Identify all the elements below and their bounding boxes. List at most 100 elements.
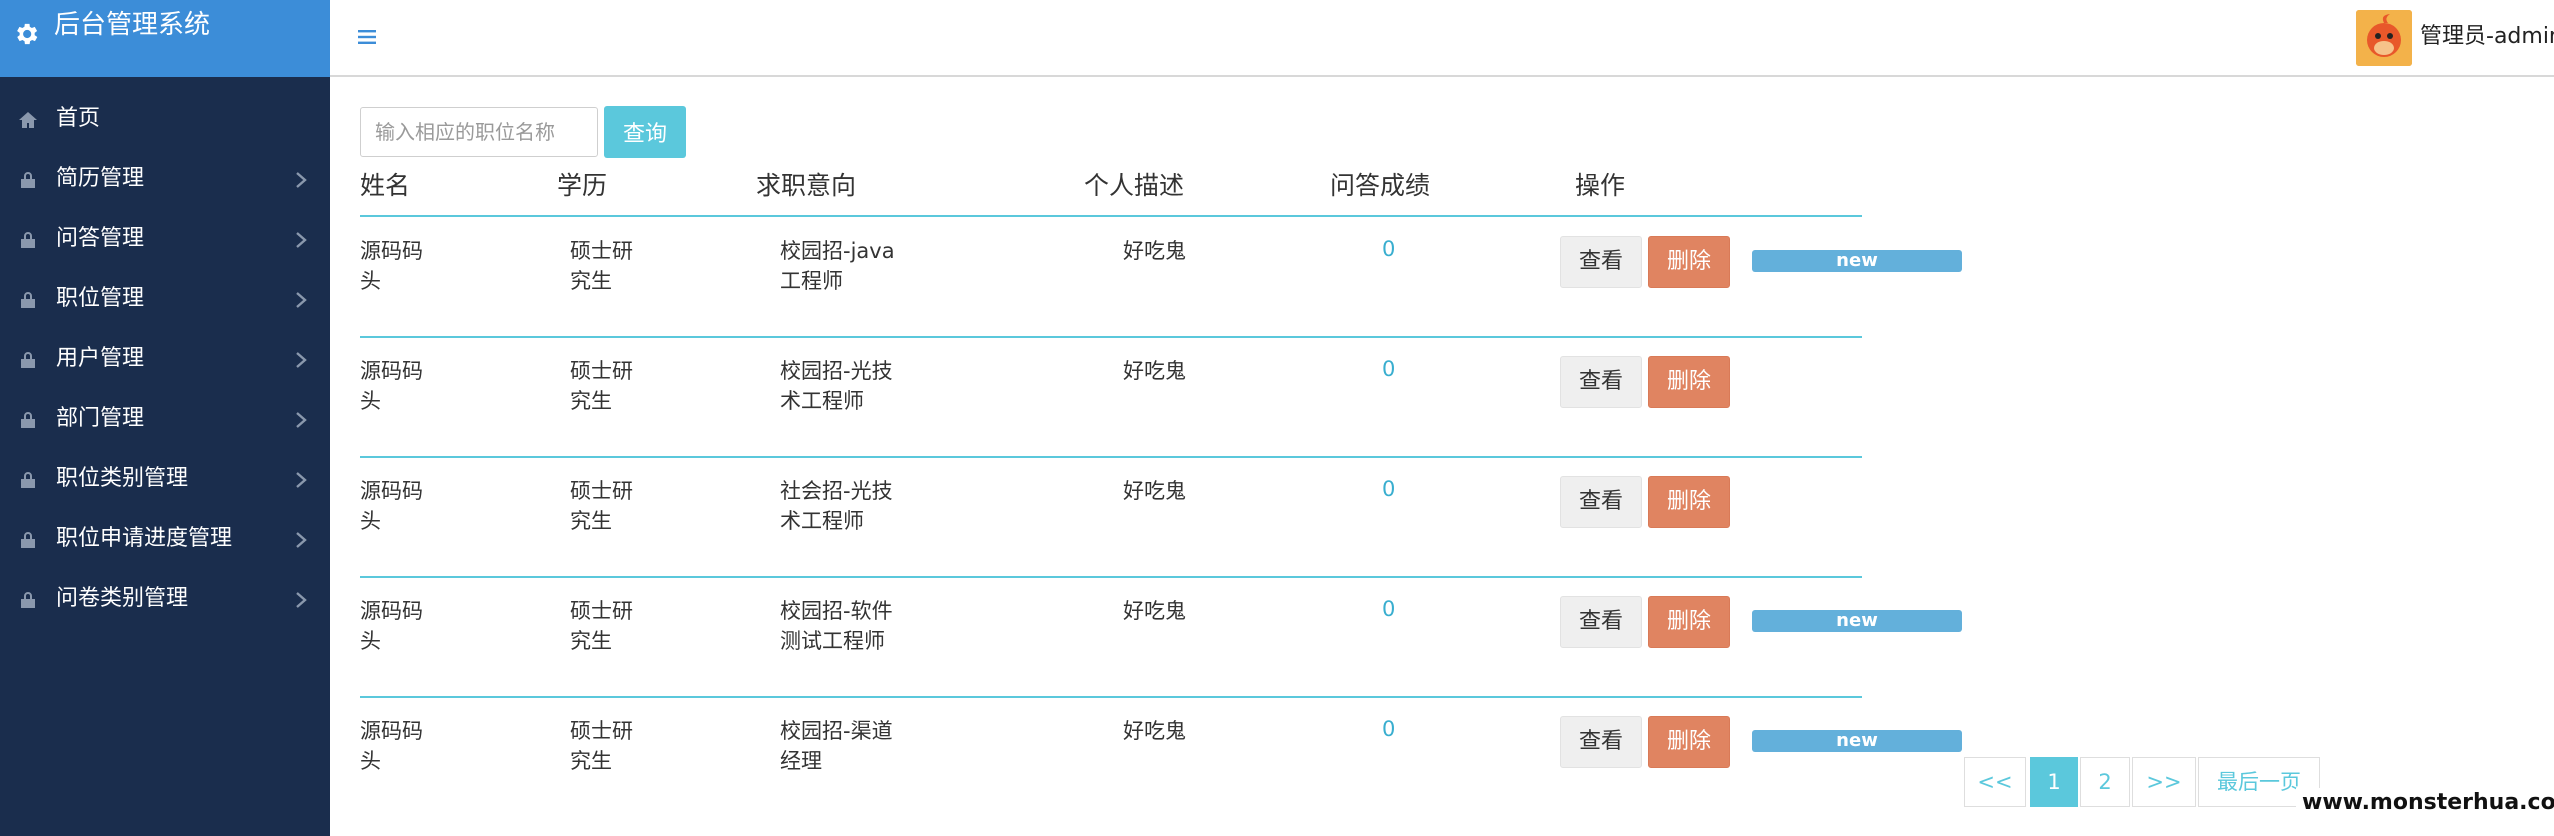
row-divider: [360, 456, 1862, 458]
cell-education-line1: 硕士研: [570, 719, 633, 743]
sidebar-item-label: 问答管理: [56, 226, 145, 251]
cell-score: 0: [1382, 237, 1396, 261]
column-header-education: 学历: [557, 171, 608, 200]
page-2-button[interactable]: 2: [2080, 757, 2130, 807]
sidebar-item-label: 首页: [56, 106, 101, 131]
sidebar-item-label: 问卷类别管理: [56, 586, 189, 611]
cell-name-line2: 头: [360, 749, 381, 773]
cell-name-line2: 头: [360, 509, 381, 533]
page-prev-button[interactable]: <<: [1964, 757, 2026, 807]
cell-description: 好吃鬼: [1123, 719, 1186, 743]
cell-education-line1: 硕士研: [570, 239, 633, 263]
search-input[interactable]: [360, 107, 598, 157]
sidebar-item-3[interactable]: 职位管理: [0, 270, 330, 330]
lock-icon: [21, 172, 35, 188]
top-header: [330, 0, 2554, 77]
cell-education-line2: 究生: [570, 509, 612, 533]
cell-name-line2: 头: [360, 269, 381, 293]
column-header-name: 姓名: [360, 171, 411, 200]
cell-intention-line1: 校园招-光技: [780, 359, 893, 383]
cell-name-line1: 源码码: [360, 239, 423, 263]
user-name[interactable]: 管理员-admin: [2420, 22, 2554, 52]
cell-intention-line2: 经理: [780, 749, 822, 773]
chevron-right-icon: [296, 292, 307, 308]
cell-name-line1: 源码码: [360, 599, 423, 623]
sidebar-item-0[interactable]: 首页: [0, 90, 330, 150]
cell-education-line2: 究生: [570, 389, 612, 413]
cell-description: 好吃鬼: [1123, 239, 1186, 263]
app-title: 后台管理系统: [54, 10, 211, 40]
cell-intention-line1: 校园招-渠道: [780, 719, 893, 743]
page-next-button[interactable]: >>: [2132, 757, 2196, 807]
column-header-intention: 求职意向: [756, 171, 857, 200]
cell-name-line1: 源码码: [360, 719, 423, 743]
sidebar-item-6[interactable]: 职位类别管理: [0, 450, 330, 510]
cell-score: 0: [1382, 717, 1396, 741]
sidebar-item-8[interactable]: 问卷类别管理: [0, 570, 330, 630]
delete-button[interactable]: 删除: [1648, 356, 1730, 408]
delete-button[interactable]: 删除: [1648, 596, 1730, 648]
sidebar-item-label: 部门管理: [56, 406, 145, 431]
cell-intention-line2: 工程师: [780, 269, 843, 293]
cell-description: 好吃鬼: [1123, 479, 1186, 503]
user-avatar[interactable]: [2356, 10, 2412, 66]
cell-score: 0: [1382, 357, 1396, 381]
hamburger-icon[interactable]: [358, 28, 376, 46]
cell-intention-line1: 社会招-光技: [780, 479, 893, 503]
cell-education-line1: 硕士研: [570, 479, 633, 503]
view-button[interactable]: 查看: [1560, 716, 1642, 768]
search-button[interactable]: 查询: [604, 106, 686, 158]
row-divider: [360, 696, 1862, 698]
sidebar-item-label: 用户管理: [56, 346, 145, 371]
sidebar-item-label: 职位管理: [56, 286, 145, 311]
view-button[interactable]: 查看: [1560, 476, 1642, 528]
view-button[interactable]: 查看: [1560, 236, 1642, 288]
sidebar-item-4[interactable]: 用户管理: [0, 330, 330, 390]
home-icon: [19, 112, 37, 128]
brand-bar: 后台管理系统: [0, 0, 330, 77]
chevron-right-icon: [296, 412, 307, 428]
lock-icon: [21, 232, 35, 248]
chevron-right-icon: [296, 172, 307, 188]
sidebar-item-label: 简历管理: [56, 166, 145, 191]
cell-intention-line2: 测试工程师: [780, 629, 885, 653]
new-badge: new: [1752, 610, 1962, 632]
delete-button[interactable]: 删除: [1648, 716, 1730, 768]
cell-name-line2: 头: [360, 389, 381, 413]
delete-button[interactable]: 删除: [1648, 476, 1730, 528]
view-button[interactable]: 查看: [1560, 356, 1642, 408]
cell-education-line1: 硕士研: [570, 359, 633, 383]
cell-name-line2: 头: [360, 629, 381, 653]
chevron-right-icon: [296, 592, 307, 608]
chevron-right-icon: [296, 532, 307, 548]
cell-name-line1: 源码码: [360, 359, 423, 383]
page-1-button[interactable]: 1: [2030, 757, 2078, 807]
sidebar-item-5[interactable]: 部门管理: [0, 390, 330, 450]
cell-description: 好吃鬼: [1123, 359, 1186, 383]
new-badge: new: [1752, 250, 1962, 272]
column-header-actions: 操作: [1575, 171, 1626, 200]
view-button[interactable]: 查看: [1560, 596, 1642, 648]
delete-button[interactable]: 删除: [1648, 236, 1730, 288]
cell-intention-line2: 术工程师: [780, 509, 864, 533]
lock-icon: [21, 532, 35, 548]
sidebar-item-label: 职位类别管理: [56, 466, 189, 491]
lock-icon: [21, 412, 35, 428]
header-divider: [360, 215, 1862, 217]
cell-description: 好吃鬼: [1123, 599, 1186, 623]
watermark-text: www.monsterhua.com: [2296, 788, 2554, 818]
cell-education-line2: 究生: [570, 269, 612, 293]
sidebar-item-7[interactable]: 职位申请进度管理: [0, 510, 330, 570]
cell-education-line1: 硕士研: [570, 599, 633, 623]
gear-icon: [17, 23, 38, 45]
lock-icon: [21, 292, 35, 308]
cell-intention-line1: 校园招-java: [780, 239, 895, 263]
cell-education-line2: 究生: [570, 749, 612, 773]
sidebar-item-2[interactable]: 问答管理: [0, 210, 330, 270]
lock-icon: [21, 352, 35, 368]
row-divider: [360, 336, 1862, 338]
sidebar-item-1[interactable]: 简历管理: [0, 150, 330, 210]
cell-score: 0: [1382, 477, 1396, 501]
lock-icon: [21, 592, 35, 608]
row-divider: [360, 576, 1862, 578]
